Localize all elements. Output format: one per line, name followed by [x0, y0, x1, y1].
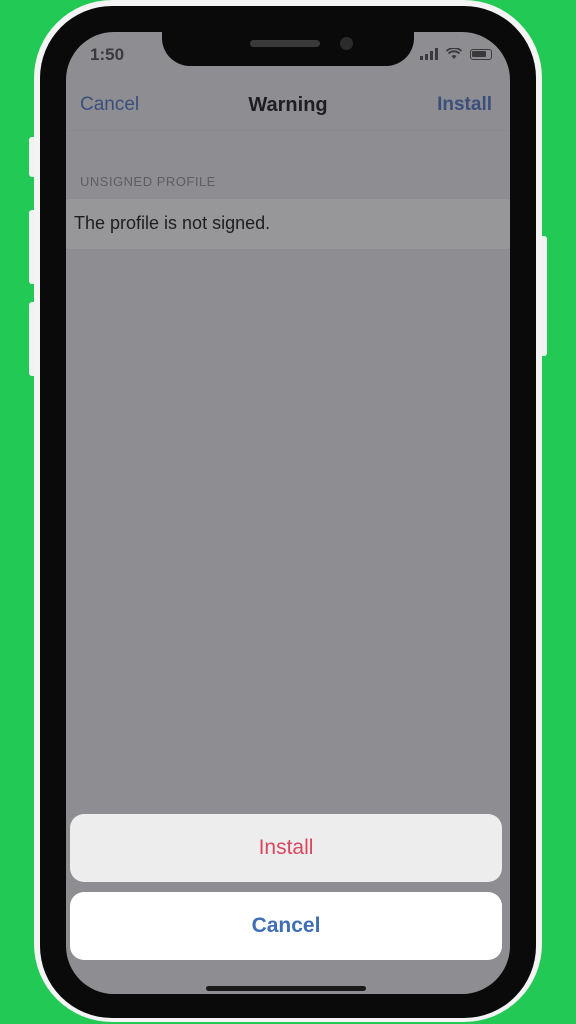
nav-cancel-button[interactable]: Cancel [80, 94, 139, 116]
list-item-label: The profile is not signed. [74, 213, 271, 233]
nav-install-button[interactable]: Install [437, 94, 492, 116]
navigation-bar: Cancel Warning Install [66, 82, 510, 131]
section-header: UNSIGNED PROFILE [80, 174, 216, 189]
speaker-grille [250, 40, 320, 47]
sheet-install-button[interactable]: Install [70, 814, 502, 882]
status-icons [420, 48, 492, 60]
status-time: 1:50 [90, 45, 125, 64]
list-item: The profile is not signed. [66, 198, 510, 250]
device-mockup: 1:50 Cancel Warning Install UNSIGNED PRO… [0, 0, 576, 1024]
front-camera [340, 37, 353, 50]
home-indicator [206, 986, 366, 991]
battery-icon [470, 48, 492, 60]
sheet-cancel-button[interactable]: Cancel [70, 892, 502, 960]
screen: 1:50 Cancel Warning Install UNSIGNED PRO… [66, 32, 510, 994]
wifi-icon [446, 48, 462, 59]
cellular-signal-icon [420, 48, 438, 60]
